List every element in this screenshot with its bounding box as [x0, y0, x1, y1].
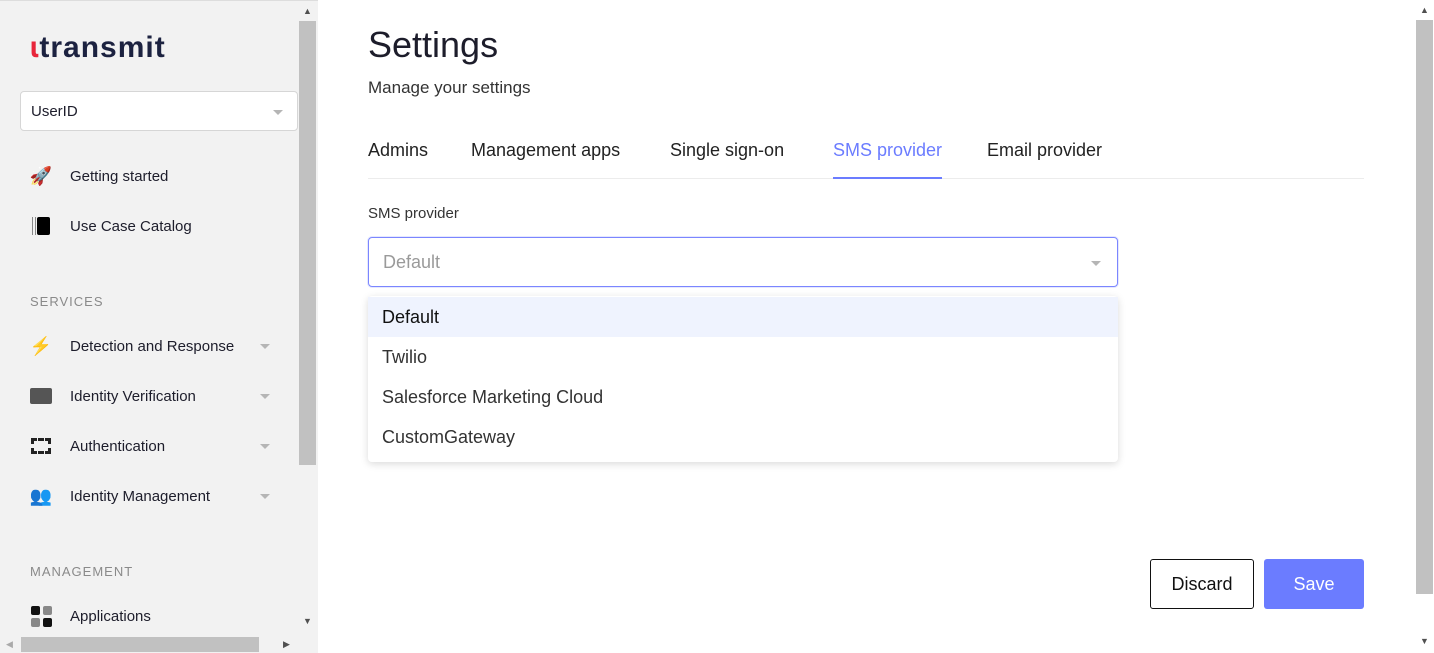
rocket-icon: 🚀 — [29, 165, 53, 186]
discard-button[interactable]: Discard — [1150, 559, 1254, 609]
option-default[interactable]: Default — [368, 297, 1118, 337]
chevron-down-icon — [260, 444, 270, 449]
logo-text: transmit — [39, 31, 166, 64]
id-card-icon — [30, 385, 52, 407]
chevron-down-icon — [273, 110, 283, 115]
bolt-icon: ⚡ — [29, 335, 53, 356]
sidebar-horizontal-scrollbar[interactable] — [21, 637, 259, 652]
option-salesforce-marketing-cloud[interactable]: Salesforce Marketing Cloud — [368, 377, 1118, 417]
tab-admins[interactable]: Admins — [368, 140, 428, 177]
nav-identity-management[interactable]: 👥 Identity Management — [30, 485, 280, 507]
option-customgateway[interactable]: CustomGateway — [368, 417, 1118, 457]
app-select-value: UserID — [31, 103, 78, 120]
nav-label: Identity Management — [70, 487, 211, 505]
chevron-down-icon — [1091, 261, 1101, 266]
nav-label: Authentication — [70, 437, 166, 455]
tab-management-apps[interactable]: Management apps — [471, 140, 620, 177]
sms-provider-label: SMS provider — [368, 205, 459, 222]
chevron-down-icon — [260, 394, 270, 399]
apps-grid-icon — [30, 605, 52, 627]
chevron-down-icon — [260, 494, 270, 499]
sms-provider-select[interactable]: Default — [368, 237, 1118, 287]
tab-sms-provider[interactable]: SMS provider — [833, 140, 943, 179]
page-title: Settings — [368, 24, 499, 65]
main-vertical-scrollbar[interactable] — [1416, 20, 1433, 594]
scroll-down-arrow[interactable]: ▼ — [303, 616, 312, 626]
scroll-left-arrow[interactable]: ◀ — [6, 639, 13, 650]
nav-identity-verification[interactable]: Identity Verification — [30, 385, 280, 407]
nav-detection-and-response[interactable]: ⚡ Detection and Response — [30, 335, 280, 357]
save-button[interactable]: Save — [1264, 559, 1364, 609]
catalog-icon — [30, 215, 52, 237]
tab-email-provider[interactable]: Email provider — [987, 140, 1102, 177]
chevron-down-icon — [260, 344, 270, 349]
nav-authentication[interactable]: Authentication — [30, 435, 280, 457]
sms-provider-placeholder: Default — [383, 252, 441, 272]
sidebar: ɩtransmit UserID 🚀 Getting started Use Ca… — [0, 0, 318, 653]
scroll-right-arrow[interactable]: ▶ — [283, 639, 290, 650]
users-gear-icon: 👥 — [29, 485, 53, 506]
nav-label: Detection and Response — [70, 337, 235, 355]
page-subtitle: Manage your settings — [368, 78, 531, 97]
sms-provider-dropdown: Default Twilio Salesforce Marketing Clou… — [368, 296, 1118, 462]
services-heading: SERVICES — [30, 294, 104, 309]
main-scroll-up-arrow[interactable]: ▲ — [1420, 5, 1429, 15]
app-select[interactable]: UserID — [20, 91, 298, 131]
nav-applications[interactable]: Applications — [30, 605, 280, 627]
transmit-logo[interactable]: ɩtransmit — [30, 31, 166, 65]
management-heading: MANAGEMENT — [30, 564, 134, 579]
nav-label: Getting started — [70, 167, 169, 185]
nav-label: Use Case Catalog — [70, 217, 192, 235]
nav-getting-started[interactable]: 🚀 Getting started — [30, 165, 280, 187]
nav-use-case-catalog[interactable]: Use Case Catalog — [30, 215, 280, 237]
option-twilio[interactable]: Twilio — [368, 337, 1118, 377]
tab-single-sign-on[interactable]: Single sign-on — [670, 140, 784, 177]
scroll-up-arrow[interactable]: ▲ — [303, 6, 312, 16]
nav-label: Identity Verification — [70, 387, 196, 405]
settings-tabs: Admins Management apps Single sign-on SM… — [368, 130, 1364, 179]
scan-frame-icon — [30, 435, 52, 457]
nav-label: Applications — [70, 607, 151, 625]
main-scroll-down-arrow[interactable]: ▼ — [1420, 636, 1429, 646]
sidebar-vertical-scrollbar[interactable] — [299, 21, 316, 465]
